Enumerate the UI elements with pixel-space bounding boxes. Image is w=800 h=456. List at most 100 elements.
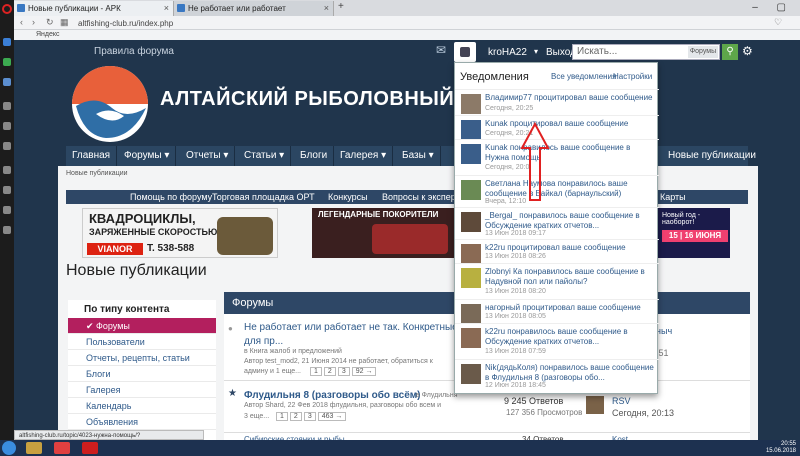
page-link[interactable]: 3 [337,367,350,376]
extensions-icon[interactable] [3,226,11,234]
filter-item-reports[interactable]: Отчеты, рецепты, статьи [68,350,216,366]
rules-link[interactable]: Правила форума [94,46,174,57]
notification-item[interactable]: Zlobnyi Ка понравилось ваше сообщение в … [455,263,659,299]
submenu-help[interactable]: Помощь по форуму [130,190,212,204]
content-type-filter: По типу контента ✔ Форумы Пользователи О… [68,300,216,440]
vk-icon[interactable] [3,78,11,86]
topic-tags-more[interactable]: 3 еще... [244,413,269,420]
ad-banner-cars[interactable]: ЛЕГЕНДАРНЫЕ ПОКОРИТЕЛИ [312,208,454,258]
whatsapp-icon[interactable] [3,58,11,66]
clock[interactable]: 20:55 15.06.2018 [766,441,796,455]
notification-item[interactable]: Владимир77 процитировал ваше сообщение С… [455,89,659,115]
notifications-button[interactable] [454,42,476,62]
menu-home[interactable]: Главная [66,146,118,166]
topic-tags-more[interactable]: админу и 1 еще... [244,368,301,375]
grid-icon[interactable] [3,166,11,174]
submenu-contests[interactable]: Конкурсы [328,190,368,204]
filter-item-ads[interactable]: Объявления [68,414,216,430]
menu-reports[interactable]: Отчеты ▾ [180,146,236,166]
notification-item[interactable]: k22ru понравилось ваше сообщение в Обсуж… [455,323,659,359]
submenu-maps[interactable]: Карты [660,190,686,204]
history-icon[interactable] [3,206,11,214]
breadcrumb[interactable]: Новые публикации [66,170,128,177]
last-poster[interactable]: RSV [612,396,631,406]
filter-item-blogs[interactable]: Блоги [68,366,216,382]
url-field[interactable]: altfishing-club.ru/index.php [78,18,728,29]
search-button[interactable]: ⚲ [722,44,738,60]
topic-forum[interactable]: в Флудильня [416,392,458,399]
submenu-marketplace[interactable]: Торговая площадка ОРТ [212,190,315,204]
close-tab-icon[interactable]: × [324,1,329,16]
avatar[interactable] [586,396,604,414]
ad-subline: ЗАРЯЖЕННЫЕ СКОРОСТЬЮ [89,227,218,237]
speed-dial-icon[interactable]: ▦ [60,17,69,28]
notification-item[interactable]: Kunak процитировал ваше сообщение Сегодн… [455,115,659,140]
tab-inactive[interactable]: Не работает или работает × [174,1,334,16]
reload-icon[interactable]: ↻ [46,17,54,28]
notification-item[interactable]: Светлана Наумова понравилось ваше сообще… [455,175,659,207]
notification-item[interactable]: Kunak понравилось ваше сообщение в Нужна… [455,139,659,175]
menu-bases[interactable]: Базы ▾ [396,146,441,166]
topic-forum[interactable]: в Книга жалоб и предложений [244,348,342,355]
opera-icon[interactable] [82,442,98,454]
topic-title[interactable]: Флудильня 8 (разговоры обо всём) [244,390,421,401]
page-link[interactable]: 1 [310,367,322,376]
notification-text: Владимир77 процитировал ваше сообщение [485,93,653,102]
menu-forums[interactable]: Форумы ▾ [118,146,177,166]
new-tab-icon[interactable]: + [338,1,344,12]
window-controls[interactable]: – ▢ ✕ [740,0,800,28]
page-link[interactable]: 3 [303,412,316,421]
notification-item[interactable]: k22ru процитировал ваше сообщение 13 Июн… [455,239,659,264]
filter-item-forums[interactable]: ✔ Форумы [68,318,216,334]
topic-title-cont[interactable]: для пр... [244,336,283,347]
notifications-title: Уведомления [460,71,529,83]
ad-banner-atv[interactable]: КВАДРОЦИКЛЫ, ЗАРЯЖЕННЫЕ СКОРОСТЬЮ VIANOR… [82,208,278,258]
page-link[interactable]: 1 [276,412,288,421]
opera-logo-icon[interactable] [2,4,12,14]
page-link[interactable]: 2 [289,412,302,421]
notification-item[interactable]: _Bergal_ понравилось ваше сообщение в Об… [455,207,659,239]
tab-label: Новые публикации - АРК [28,4,121,13]
site-logo[interactable] [66,64,154,146]
bookmark-heart-icon[interactable]: ♡ [774,17,782,28]
username-menu[interactable]: kroHA22 [488,47,527,58]
menu-articles[interactable]: Статьи ▾ [238,146,292,166]
send-icon[interactable] [3,122,11,130]
notification-time: 13 Июн 2018 07:59 [485,348,546,355]
search-icon[interactable] [3,102,11,110]
page-link[interactable]: 92 → [351,367,377,376]
menu-gallery[interactable]: Галерея ▾ [334,146,394,166]
notification-item[interactable]: нагорный процитировал ваше сообщение 13 … [455,299,659,324]
topic-title[interactable]: Не работает или работает не так. Конкрет… [244,322,479,333]
messenger-icon[interactable] [3,38,11,46]
notification-item[interactable]: Nik(дядьКоля) понравилось ваше сообщение… [455,359,659,393]
yandex-icon[interactable] [54,442,70,454]
filter-item-users[interactable]: Пользователи [68,334,216,350]
search-scope-select[interactable]: Форумы [688,46,718,58]
atv-image [217,217,273,255]
tab-active[interactable]: Новые публикации - АРК × [14,1,174,16]
filter-item-gallery[interactable]: Галерея [68,382,216,398]
close-tab-icon[interactable]: × [164,1,169,16]
menu-blogs[interactable]: Блоги [294,146,335,166]
page-link[interactable]: 2 [323,367,336,376]
filter-label: Форумы [96,321,130,331]
ad-banner-event[interactable]: Новый год - наоборот! 15 | 16 ИЮНЯ [658,208,730,258]
start-button[interactable] [2,441,16,455]
heart-icon[interactable] [3,186,11,194]
camera-icon[interactable] [3,142,11,150]
page-link[interactable]: 463 → [317,412,347,421]
bookmark-yandex[interactable]: Яндекс [36,31,60,38]
menu-new-posts[interactable]: Новые публикации [662,146,762,166]
notification-text: Kunak процитировал ваше сообщение [485,119,629,128]
ad-phone: Т. 538-588 [147,243,195,254]
gear-icon[interactable]: ⚙ [742,44,753,58]
notification-settings-link[interactable]: Настройки [613,72,652,81]
filter-item-calendar[interactable]: Календарь [68,398,216,414]
explorer-icon[interactable] [26,442,42,454]
all-notifications-link[interactable]: Все уведомления [551,72,616,81]
envelope-icon[interactable]: ✉ [436,43,450,57]
forward-icon[interactable]: › [32,17,35,27]
tab-label: Не работает или работает [188,4,286,13]
back-icon[interactable]: ‹ [20,17,23,27]
